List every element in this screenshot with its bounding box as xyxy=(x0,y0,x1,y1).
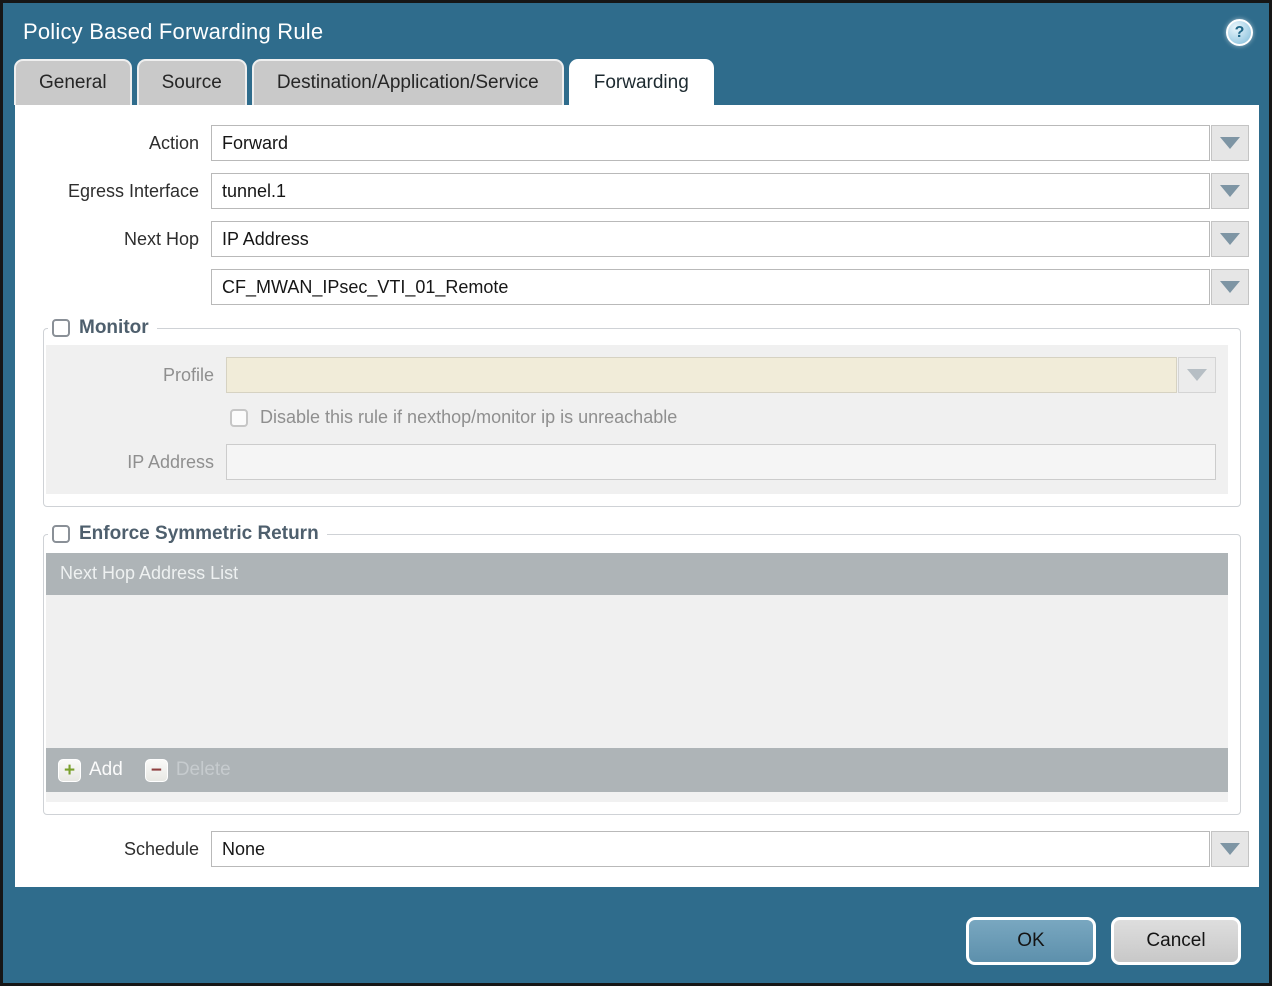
egress-interface-input[interactable] xyxy=(211,173,1210,209)
monitor-panel: Profile Disable this rule if nexthop/mon… xyxy=(46,345,1228,494)
profile-label: Profile xyxy=(46,365,226,386)
chevron-down-icon xyxy=(1220,137,1240,149)
egress-interface-dropdown-button[interactable] xyxy=(1211,173,1249,209)
tab-forwarding[interactable]: Forwarding xyxy=(569,59,714,105)
profile-input xyxy=(226,357,1177,393)
delete-button: − Delete xyxy=(145,759,231,782)
egress-interface-combo xyxy=(211,173,1249,209)
disable-rule-row: Disable this rule if nexthop/monitor ip … xyxy=(230,407,1216,428)
monitor-legend-label: Monitor xyxy=(79,317,149,339)
next-hop-type-input[interactable] xyxy=(211,221,1210,257)
cancel-button[interactable]: Cancel xyxy=(1111,917,1241,965)
enforce-symmetric-return-legend: Enforce Symmetric Return xyxy=(48,523,327,545)
schedule-combo xyxy=(211,831,1249,867)
dialog-titlebar: Policy Based Forwarding Rule ? xyxy=(3,3,1269,46)
profile-combo xyxy=(226,357,1216,393)
disable-rule-label: Disable this rule if nexthop/monitor ip … xyxy=(260,407,677,428)
next-hop-address-row xyxy=(15,269,1249,305)
next-hop-address-combo xyxy=(211,269,1249,305)
chevron-down-icon xyxy=(1220,233,1240,245)
dialog-footer: OK Cancel xyxy=(3,887,1269,965)
schedule-label: Schedule xyxy=(15,839,211,860)
next-hop-combo xyxy=(211,221,1249,257)
add-button-label: Add xyxy=(89,759,123,781)
disable-rule-checkbox xyxy=(230,409,248,427)
tab-source[interactable]: Source xyxy=(137,59,247,105)
action-dropdown-button[interactable] xyxy=(1211,125,1249,161)
action-label: Action xyxy=(15,133,211,154)
chevron-down-icon xyxy=(1220,843,1240,855)
next-hop-address-input[interactable] xyxy=(211,269,1210,305)
profile-row: Profile xyxy=(46,357,1216,393)
monitor-checkbox[interactable] xyxy=(52,319,70,337)
help-icon[interactable]: ? xyxy=(1226,19,1253,46)
chevron-down-icon xyxy=(1220,185,1240,197)
enforce-symmetric-return-legend-label: Enforce Symmetric Return xyxy=(79,523,319,545)
next-hop-address-list-toolbar: + Add − Delete xyxy=(46,748,1228,792)
monitor-ip-address-combo xyxy=(226,444,1216,480)
action-combo xyxy=(211,125,1249,161)
next-hop-address-list-table: Next Hop Address List + Add − Delete xyxy=(46,553,1228,792)
table-bottom-strip xyxy=(46,792,1228,802)
next-hop-dropdown-button[interactable] xyxy=(1211,221,1249,257)
schedule-input[interactable] xyxy=(211,831,1210,867)
schedule-dropdown-button[interactable] xyxy=(1211,831,1249,867)
forwarding-tab-panel: Action Egress Interface Next Hop xyxy=(15,105,1259,887)
chevron-down-icon xyxy=(1187,369,1207,381)
tab-destination-application-service[interactable]: Destination/Application/Service xyxy=(252,59,564,105)
profile-dropdown-button xyxy=(1178,357,1216,393)
minus-icon: − xyxy=(145,759,168,782)
enforce-symmetric-return-checkbox[interactable] xyxy=(52,525,70,543)
tab-bar: General Source Destination/Application/S… xyxy=(3,46,1269,105)
action-input[interactable] xyxy=(211,125,1210,161)
monitor-legend: Monitor xyxy=(48,317,157,339)
enforce-symmetric-return-fieldset: Enforce Symmetric Return Next Hop Addres… xyxy=(43,523,1241,815)
schedule-row: Schedule xyxy=(15,831,1249,867)
plus-icon: + xyxy=(58,759,81,782)
next-hop-row: Next Hop xyxy=(15,221,1249,257)
monitor-ip-address-label: IP Address xyxy=(46,452,226,473)
pbf-rule-dialog: Policy Based Forwarding Rule ? General S… xyxy=(0,0,1272,986)
monitor-fieldset: Monitor Profile Disable this rule if nex… xyxy=(43,317,1241,507)
monitor-ip-address-input xyxy=(226,444,1216,480)
action-row: Action xyxy=(15,125,1249,161)
chevron-down-icon xyxy=(1220,281,1240,293)
ok-button[interactable]: OK xyxy=(966,917,1096,965)
add-button[interactable]: + Add xyxy=(58,759,123,782)
monitor-ip-address-row: IP Address xyxy=(46,444,1216,480)
delete-button-label: Delete xyxy=(176,759,231,781)
next-hop-address-dropdown-button[interactable] xyxy=(1211,269,1249,305)
next-hop-address-list-body xyxy=(46,595,1228,748)
next-hop-address-list-header: Next Hop Address List xyxy=(46,553,1228,595)
egress-interface-row: Egress Interface xyxy=(15,173,1249,209)
dialog-title: Policy Based Forwarding Rule xyxy=(23,19,323,45)
next-hop-label: Next Hop xyxy=(15,229,211,250)
egress-interface-label: Egress Interface xyxy=(15,181,211,202)
tab-general[interactable]: General xyxy=(14,59,132,105)
